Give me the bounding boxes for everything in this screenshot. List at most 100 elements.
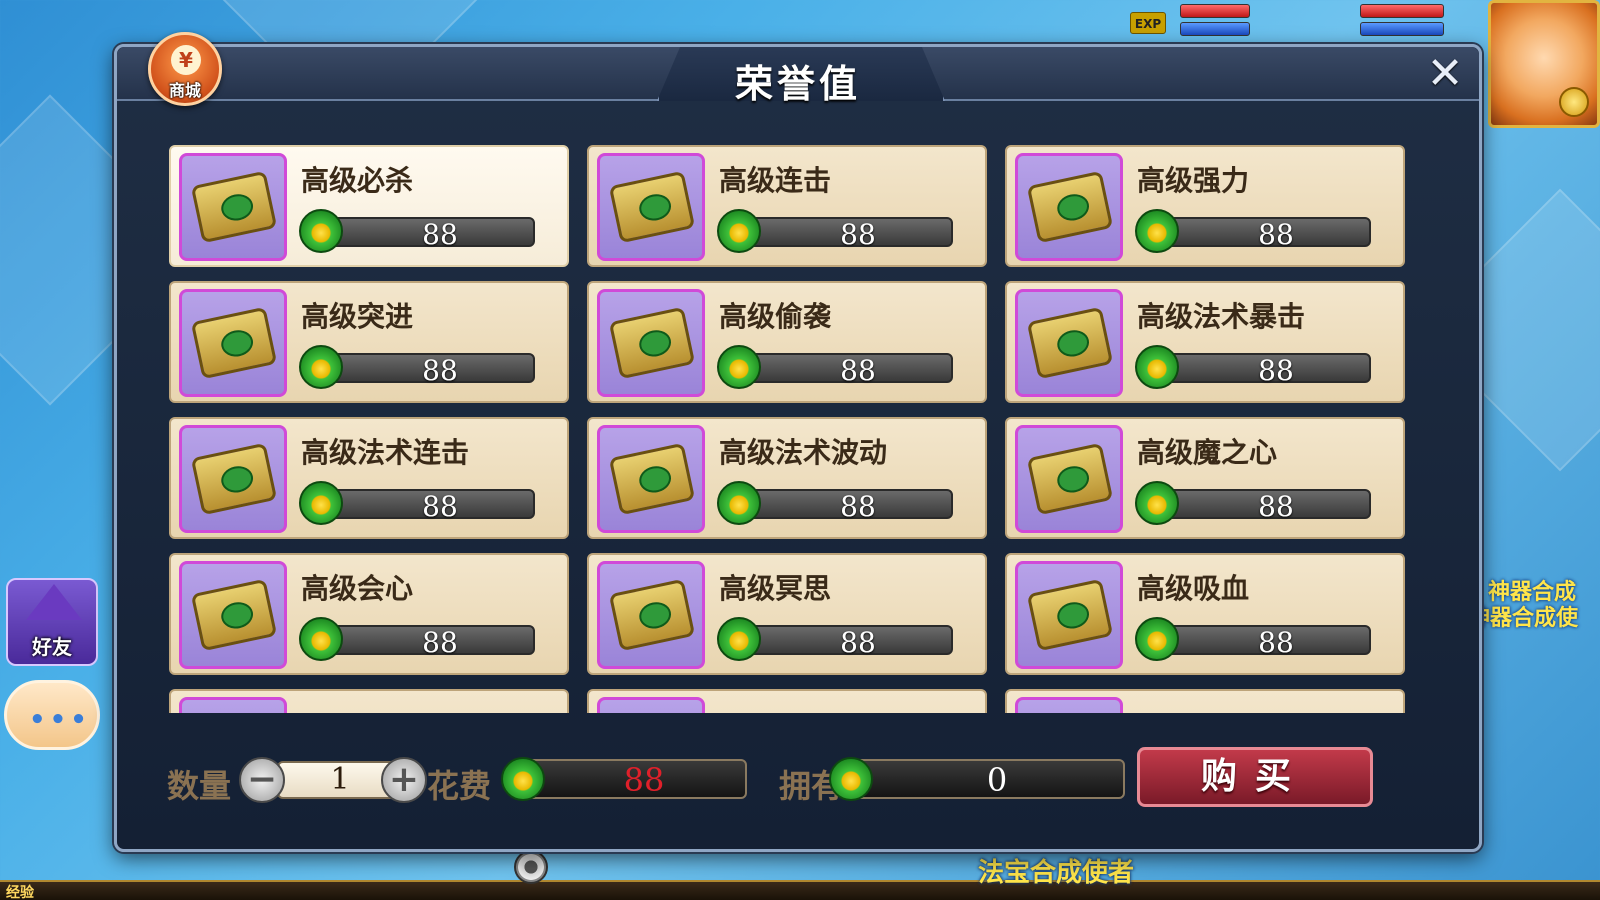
quantity-decrease-button[interactable]: − — [239, 757, 285, 803]
cost-field: 88 — [501, 757, 747, 801]
item-price: 88 — [422, 490, 458, 523]
item-price: 88 — [1258, 218, 1294, 251]
shop-button[interactable]: ¥ 商城 — [148, 32, 222, 106]
item-price: 88 — [1258, 354, 1294, 387]
skill-scroll-icon — [608, 578, 696, 652]
hero-portrait[interactable] — [1488, 0, 1600, 128]
skill-scroll-icon — [190, 578, 278, 652]
item-icon-frame — [179, 289, 287, 397]
honor-gem-icon — [1135, 209, 1179, 253]
exp-label: 经验 — [6, 885, 34, 900]
item-price: 88 — [422, 354, 458, 387]
item-price-bar: 88 — [717, 617, 953, 661]
item-name: 高级突进 — [301, 300, 414, 333]
honor-gem-icon — [717, 345, 761, 389]
item-icon-frame — [597, 561, 705, 669]
dialog-header: 荣誉值 ✕ — [117, 47, 1479, 106]
item-card[interactable]: 高级必杀 88 — [169, 145, 569, 267]
owned-field: 0 — [829, 757, 1125, 801]
item-name: 高级必杀 — [301, 164, 414, 197]
item-grid: 高级必杀 88 高级连击 88 高级强力 88 高级突进 88 高级偷袭 88 高级法术暴击 88 高级… — [169, 145, 1405, 713]
item-name: 高级法术波动 — [719, 436, 888, 469]
skill-scroll-icon — [190, 306, 278, 380]
honor-gem-icon — [299, 345, 343, 389]
item-name: 高级魔之心 — [1137, 436, 1278, 469]
item-price-bar: 88 — [1135, 481, 1371, 525]
dialog-title: 荣誉值 — [734, 62, 861, 106]
quantity-increase-button[interactable]: + — [381, 757, 427, 803]
item-card[interactable]: 高级强力 88 — [1005, 145, 1405, 267]
honor-gem-icon — [1135, 617, 1179, 661]
skill-scroll-icon — [1026, 306, 1114, 380]
item-card[interactable]: 高级法术波动 88 — [587, 417, 987, 539]
item-price-bar: 88 — [717, 345, 953, 389]
item-name: 高级法术暴击 — [1137, 300, 1306, 333]
item-price: 88 — [1258, 626, 1294, 659]
shop-label: 商城 — [168, 81, 201, 100]
item-price: 88 — [840, 354, 876, 387]
quantity-label: 数量 — [167, 767, 232, 805]
item-card[interactable] — [1005, 689, 1405, 713]
npc-label-2: 神器合成使 — [1468, 606, 1579, 631]
honor-gem-icon — [1135, 345, 1179, 389]
item-name: 高级冥思 — [719, 572, 832, 605]
honor-gem-icon — [717, 617, 761, 661]
item-price-bar: 88 — [299, 481, 535, 525]
pet-hp-bar — [1360, 4, 1444, 18]
item-icon-frame — [1015, 289, 1123, 397]
item-card[interactable]: 高级魔之心 88 — [1005, 417, 1405, 539]
skill-scroll-icon — [1026, 578, 1114, 652]
item-price-bar: 88 — [1135, 345, 1371, 389]
item-card[interactable]: 高级会心 88 — [169, 553, 569, 675]
item-icon-frame — [179, 697, 287, 713]
close-icon[interactable]: ✕ — [1425, 52, 1465, 96]
item-price: 88 — [1258, 490, 1294, 523]
skill-scroll-icon — [1026, 170, 1114, 244]
wizard-hat-icon — [26, 584, 82, 620]
chat-button[interactable]: ••• — [4, 680, 100, 750]
item-card[interactable]: 高级法术连击 88 — [169, 417, 569, 539]
chat-bubble-icon: ••• — [29, 705, 91, 735]
item-price: 88 — [840, 490, 876, 523]
item-card[interactable] — [169, 689, 569, 713]
cost-label: 花费 — [427, 767, 492, 805]
honor-gem-icon — [299, 617, 343, 661]
exp-strip: 经验 — [0, 880, 1600, 900]
gear-icon[interactable] — [514, 850, 548, 884]
item-price-bar: 88 — [717, 209, 953, 253]
skill-scroll-icon — [608, 306, 696, 380]
skill-scroll-icon — [608, 170, 696, 244]
item-name: 高级会心 — [301, 572, 414, 605]
item-price: 88 — [422, 626, 458, 659]
item-icon-frame — [597, 425, 705, 533]
skill-scroll-icon — [190, 442, 278, 516]
item-price-bar: 88 — [1135, 617, 1371, 661]
item-card[interactable] — [587, 689, 987, 713]
coin-icon — [1559, 87, 1589, 117]
item-price-bar: 88 — [299, 209, 535, 253]
npc-name-label[interactable]: 法宝合成使者 — [978, 852, 1134, 889]
item-icon-frame — [1015, 561, 1123, 669]
item-card[interactable]: 高级突进 88 — [169, 281, 569, 403]
honor-gem-icon — [1135, 481, 1179, 525]
honor-gem-icon — [501, 757, 545, 801]
item-card[interactable]: 高级法术暴击 88 — [1005, 281, 1405, 403]
honor-gem-icon — [717, 209, 761, 253]
item-card[interactable]: 高级冥思 88 — [587, 553, 987, 675]
item-name: 高级连击 — [719, 164, 832, 197]
friends-button[interactable]: 好友 — [6, 578, 98, 666]
item-card[interactable]: 高级连击 88 — [587, 145, 987, 267]
item-grid-viewport[interactable]: 高级必杀 88 高级连击 88 高级强力 88 高级突进 88 高级偷袭 88 高级法术暴击 88 高级… — [169, 145, 1405, 713]
hp-bar — [1180, 4, 1250, 18]
item-price-bar: 88 — [717, 481, 953, 525]
skill-scroll-icon — [190, 170, 278, 244]
item-icon-frame — [179, 425, 287, 533]
owned-value: 0 — [986, 761, 1008, 799]
buy-button[interactable]: 购买 — [1137, 747, 1373, 807]
item-card[interactable]: 高级偷袭 88 — [587, 281, 987, 403]
item-card[interactable]: 高级吸血 88 — [1005, 553, 1405, 675]
item-icon-frame — [597, 697, 705, 713]
skill-scroll-icon — [608, 442, 696, 516]
item-price: 88 — [840, 626, 876, 659]
item-price-bar: 88 — [299, 345, 535, 389]
